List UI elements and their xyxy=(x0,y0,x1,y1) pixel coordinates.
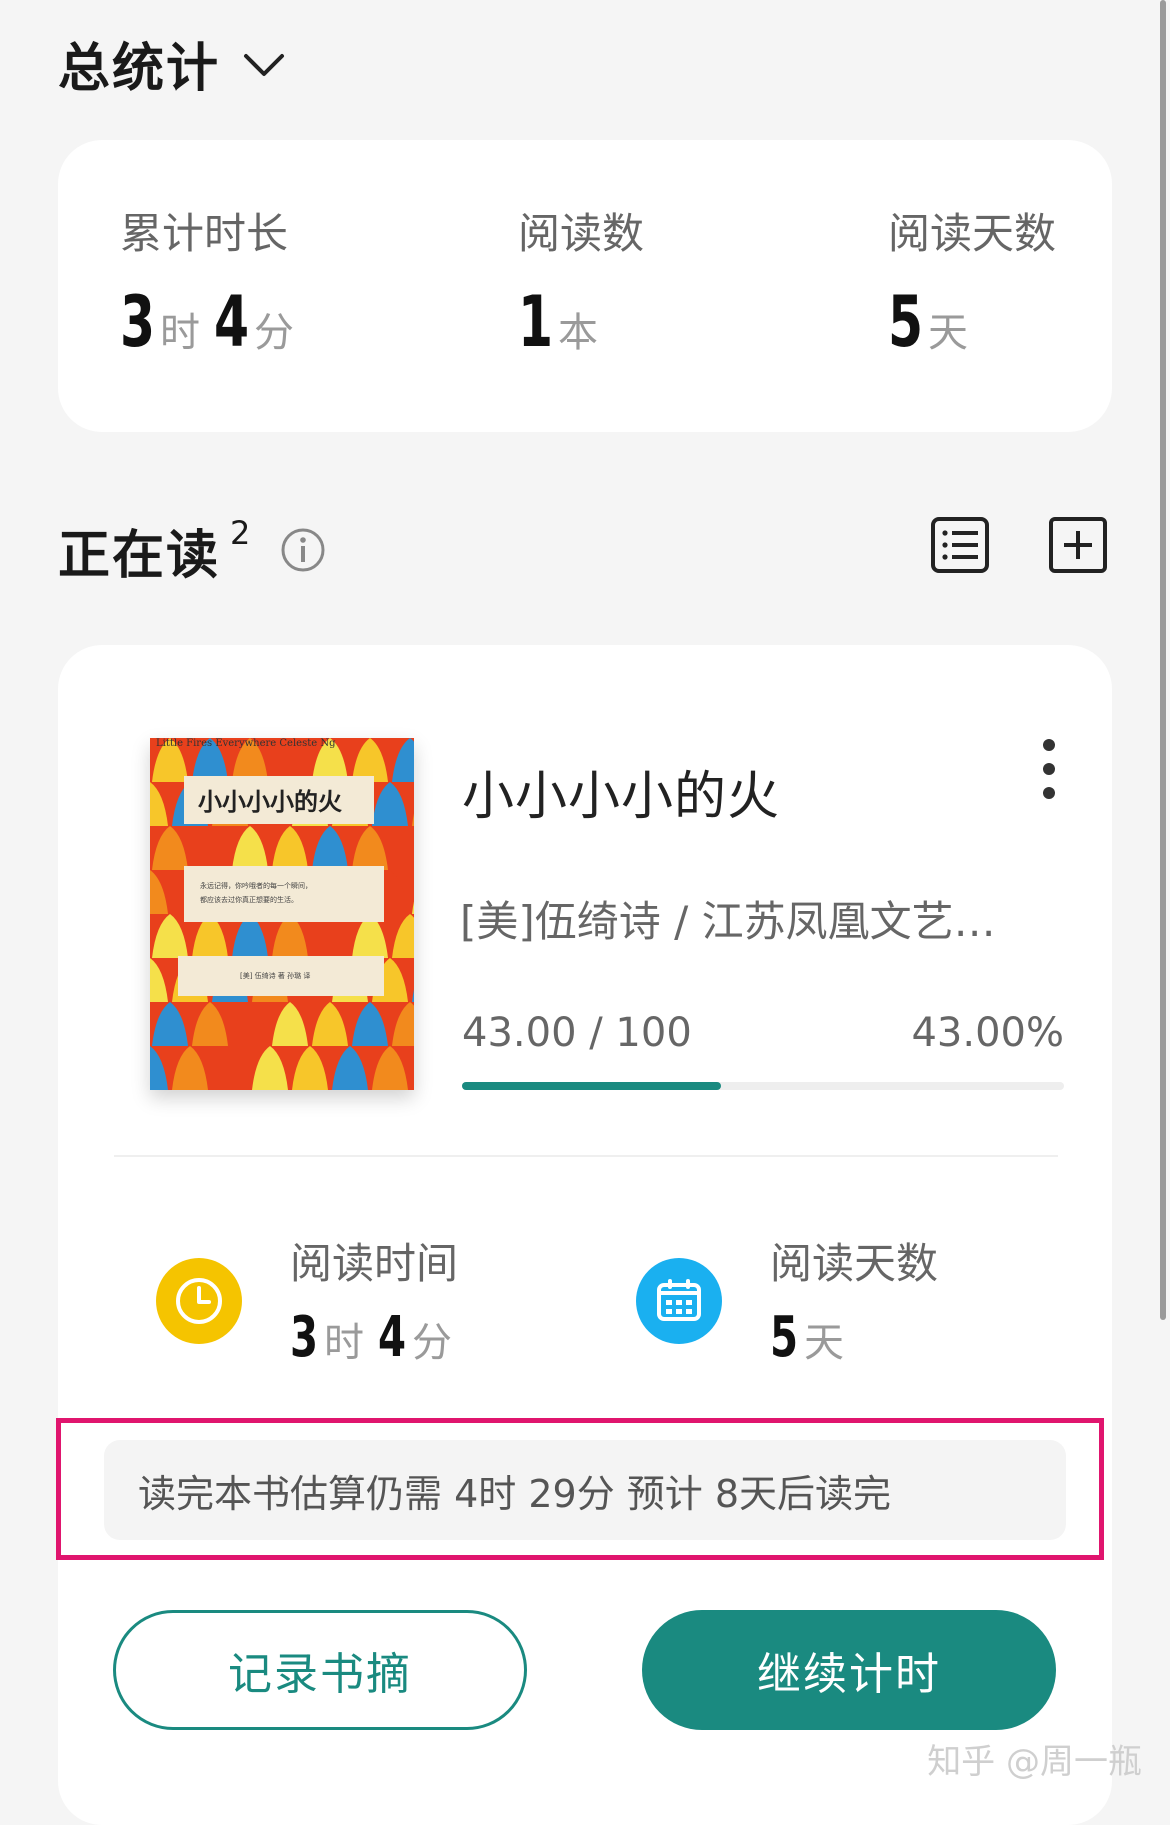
cover-top-text: Little Fires Everywhere Celeste Ng xyxy=(156,738,336,749)
minutes-unit: 分 xyxy=(254,310,294,356)
calendar-icon xyxy=(657,1279,701,1321)
progress-bar-fill xyxy=(462,1082,721,1090)
cover-credit: [美] 伍绮诗 著 孙璐 译 xyxy=(240,971,310,980)
divider xyxy=(114,1155,1058,1157)
read-days-label: 阅读天数 xyxy=(770,1239,939,1288)
list-view-icon[interactable] xyxy=(930,515,990,575)
read-hours-unit: 时 xyxy=(324,1320,364,1366)
calendar-icon-badge xyxy=(636,1258,722,1344)
hours-unit: 时 xyxy=(160,310,200,356)
total-hours-value: 3 xyxy=(120,281,156,363)
days-unit: 天 xyxy=(928,310,968,356)
read-time-value: 3 时 4 分 xyxy=(290,1305,466,1370)
read-days-value: 5 天 xyxy=(770,1305,858,1370)
section-title: 正在读 xyxy=(58,525,221,586)
scrollbar[interactable] xyxy=(1160,0,1166,1320)
total-time-stat: 累计时长 3 时 4 分 xyxy=(120,200,308,363)
chevron-down-icon xyxy=(244,54,285,76)
info-icon[interactable] xyxy=(280,527,326,573)
progress-bar xyxy=(462,1082,1064,1090)
more-options-icon[interactable] xyxy=(1035,735,1063,807)
reading-count: 2 xyxy=(230,514,251,552)
stats-period-selector[interactable]: 总统计 xyxy=(58,28,286,99)
add-book-icon[interactable] xyxy=(1048,515,1108,575)
total-minutes-value: 4 xyxy=(214,281,250,363)
read-days-number: 5 xyxy=(770,1305,799,1370)
books-read-value: 1 xyxy=(518,281,554,363)
read-hours-value: 3 xyxy=(290,1305,319,1370)
cover-tagline-2: 都应该去过你真正想要的生活。 xyxy=(200,895,298,904)
currently-reading-header: 正在读 2 xyxy=(58,510,326,590)
clock-icon xyxy=(176,1278,222,1324)
read-minutes-unit: 分 xyxy=(412,1320,452,1366)
books-read-label: 阅读数 xyxy=(518,209,645,258)
reading-days-label: 阅读天数 xyxy=(888,209,1057,258)
read-minutes-value: 4 xyxy=(378,1305,407,1370)
continue-timing-button[interactable]: 继续计时 xyxy=(642,1610,1056,1730)
cover-title: 小小小小的火 xyxy=(198,787,342,816)
page-title: 总统计 xyxy=(58,38,221,99)
book-author: [美]伍绮诗 / 江苏凤凰文艺… xyxy=(460,897,996,946)
reading-days-value: 5 xyxy=(888,281,924,363)
finish-estimate: 读完本书估算仍需 4时 29分 预计 8天后读完 xyxy=(104,1440,1066,1540)
book-cover[interactable]: 小小小小的火 Little Fires Everywhere Celeste N… xyxy=(150,738,414,1090)
cover-tagline-1: 永远记得，你吟哦者的每一个瞬间， xyxy=(200,881,312,890)
books-read-stat: 阅读数 1 本 xyxy=(518,200,644,363)
books-unit: 本 xyxy=(558,310,598,356)
progress-text: 43.00 / 100 xyxy=(462,1010,692,1056)
read-time-label: 阅读时间 xyxy=(290,1239,459,1288)
clock-icon-badge xyxy=(156,1258,242,1344)
watermark: 知乎 @周一瓶 xyxy=(927,1742,1142,1782)
total-time-label: 累计时长 xyxy=(120,209,289,258)
summary-card: 累计时长 3 时 4 分 阅读数 1 本 阅读天数 5 天 xyxy=(58,140,1112,432)
reading-days-stat: 阅读天数 5 天 xyxy=(888,200,1056,363)
progress-percent: 43.00% xyxy=(911,1010,1064,1056)
book-title[interactable]: 小小小小的火 xyxy=(462,754,780,829)
read-days-unit: 天 xyxy=(804,1320,844,1366)
record-notes-button[interactable]: 记录书摘 xyxy=(113,1610,527,1730)
book-cover-art: 小小小小的火 Little Fires Everywhere Celeste N… xyxy=(150,738,414,1090)
